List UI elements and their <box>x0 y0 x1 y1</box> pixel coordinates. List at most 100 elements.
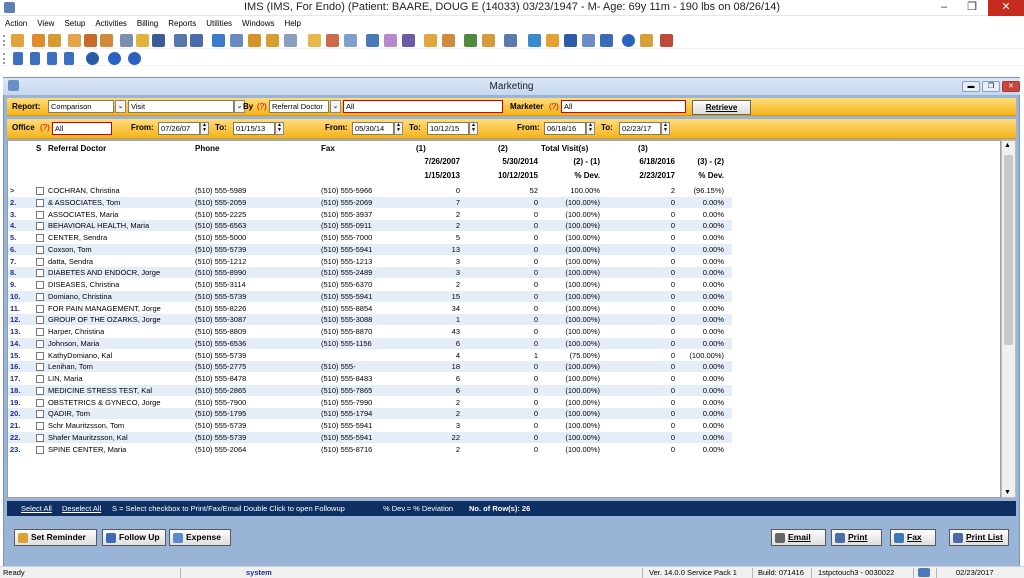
table-row[interactable]: 12. GROUP OF THE OZARKS, Jorge (510) 555-3… <box>8 314 732 326</box>
refresh-icon[interactable] <box>86 52 99 65</box>
table-row[interactable]: 15. KathyDomiano, Kal (510) 555-5739 4 1 (75.… <box>8 350 732 361</box>
marketer-help-link[interactable]: (?) <box>549 102 559 111</box>
table-row[interactable]: 20. QADIR, Tom (510) 555-1795 (510) 555-179… <box>8 408 732 420</box>
retrieve-button[interactable]: Retrieve <box>692 100 751 115</box>
menu-setup[interactable]: Setup <box>59 16 90 31</box>
range1-from-spinner[interactable]: ▲ ▼ <box>200 122 209 135</box>
toolbar-grip[interactable] <box>3 35 6 46</box>
maximize-button[interactable]: ❐ <box>958 0 986 16</box>
transfer-icon[interactable] <box>528 34 541 47</box>
batch-icon[interactable] <box>284 34 297 47</box>
print-list-button[interactable]: Print List <box>949 529 1009 546</box>
table-row[interactable]: 23. SPINE CENTER, Maria (510) 555-2064 (510… <box>8 444 732 455</box>
row-checkbox[interactable] <box>36 339 44 348</box>
row-checkbox[interactable] <box>36 433 44 442</box>
follow-up-button[interactable]: Follow Up <box>102 529 166 546</box>
tasks-icon[interactable] <box>326 34 339 47</box>
type-select[interactable]: Visit <box>128 100 234 113</box>
users-icon[interactable] <box>48 34 61 47</box>
menu-reports[interactable]: Reports <box>163 16 201 31</box>
help-icon[interactable] <box>108 52 121 65</box>
vertical-scrollbar[interactable]: ▲ ▼ <box>1001 140 1016 498</box>
range3-to-spinner[interactable]: ▲ ▼ <box>661 122 670 135</box>
setup-icon[interactable] <box>504 34 517 47</box>
table-row[interactable]: 14. Johnson, Maria (510) 555-6536 (510) 555… <box>8 337 732 349</box>
print-queue-icon[interactable] <box>442 34 455 47</box>
insurance-icon[interactable] <box>212 34 225 47</box>
email-button[interactable]: Email <box>771 529 826 546</box>
table-row[interactable]: 21. Schr Mauritzsson, Tom (510) 555-5739 (5… <box>8 420 732 431</box>
shield-icon[interactable] <box>152 34 165 47</box>
table-row[interactable]: 7. datta, Sendra (510) 555-1212 (510) 555-1… <box>8 256 732 267</box>
range2-to-spinner[interactable]: ▲ ▼ <box>469 122 478 135</box>
child-restore-button[interactable]: ❐ <box>982 81 1000 92</box>
col-phone-header[interactable]: Phone <box>195 144 219 153</box>
deselect-all-link[interactable]: Deselect All <box>62 501 101 516</box>
documents-icon[interactable] <box>308 34 321 47</box>
scroll-up-icon[interactable]: ▲ <box>1004 142 1011 149</box>
table-row[interactable]: > COCHRAN, Christina (510) 555-5989 (510) 5… <box>8 185 732 196</box>
chart-icon[interactable] <box>100 34 113 47</box>
scroll-down-icon[interactable]: ▼ <box>1004 489 1011 496</box>
table-row[interactable]: 19. OBSTETRICS & GYNECO, Jorge (510) 555-7… <box>8 397 732 408</box>
row-checkbox[interactable] <box>36 398 44 407</box>
lock-icon[interactable] <box>640 34 653 47</box>
range2-to-date[interactable]: 10/12/15 <box>427 122 469 135</box>
by-help-link[interactable]: (?) <box>257 102 267 111</box>
cancel-icon[interactable] <box>128 52 141 65</box>
row-checkbox[interactable] <box>36 222 44 231</box>
table-row[interactable]: 10. Domiano, Christina (510) 555-5739 (510)… <box>8 290 732 302</box>
exit-icon[interactable] <box>660 34 673 47</box>
row-checkbox[interactable] <box>36 234 44 242</box>
range3-from-spinner[interactable]: ▲ ▼ <box>586 122 595 135</box>
row-checkbox[interactable] <box>36 445 44 454</box>
range3-to-date[interactable]: 02/23/17 <box>619 122 661 135</box>
table-row[interactable]: 22. Shafer Mauritzsson, Kal (510) 555-5739… <box>8 431 732 443</box>
table-row[interactable]: 4. BEHAVIORAL HEALTH, Maria (510) 555-6563… <box>8 220 732 232</box>
previous-record-icon[interactable] <box>30 52 40 65</box>
child-close-button[interactable]: ✕ <box>1002 81 1020 92</box>
row-checkbox[interactable] <box>36 410 44 419</box>
table-row[interactable]: 11. FOR PAIN MANAGEMENT, Jorge (510) 555-8… <box>8 303 732 314</box>
row-checkbox[interactable] <box>36 316 44 325</box>
row-checkbox[interactable] <box>36 328 44 336</box>
row-checkbox[interactable] <box>36 351 44 360</box>
set-reminder-button[interactable]: Set Reminder <box>14 529 97 546</box>
window-icon[interactable] <box>600 34 613 47</box>
office-field[interactable]: All <box>52 122 112 135</box>
col-doctor-header[interactable]: Referral Doctor <box>48 144 106 153</box>
statements-icon[interactable] <box>266 34 279 47</box>
menu-billing[interactable]: Billing <box>132 16 163 31</box>
minimize-button[interactable]: – <box>930 0 958 16</box>
folder-icon[interactable] <box>68 34 81 47</box>
table-row[interactable]: 6. Coxson, Tom (510) 555-5739 (510) 555-594… <box>8 243 732 255</box>
row-checkbox[interactable] <box>36 375 44 383</box>
lab-icon[interactable] <box>136 34 149 47</box>
analysis-icon[interactable] <box>464 34 477 47</box>
schedule-icon[interactable] <box>190 34 203 47</box>
row-checkbox[interactable] <box>36 187 44 195</box>
table-row[interactable]: 5. CENTER, Sendra (510) 555-5000 (510) 555-… <box>8 232 732 243</box>
range1-to-spinner[interactable]: ▲ ▼ <box>275 122 284 135</box>
by-value-field[interactable]: All <box>343 100 503 113</box>
select-all-link[interactable]: Select All <box>21 501 52 516</box>
menu-view[interactable]: View <box>32 16 59 31</box>
user-icon[interactable] <box>32 34 45 47</box>
table-row[interactable]: 2. & ASSOCIATES, Tom (510) 555-2059 (510) 5… <box>8 196 732 208</box>
claims-icon[interactable] <box>230 34 243 47</box>
row-checkbox[interactable] <box>36 269 44 278</box>
menu-windows[interactable]: Windows <box>237 16 279 31</box>
row-checkbox[interactable] <box>36 210 44 219</box>
table-row[interactable]: 8. DIABETES AND ENDOCR, Jorge (510) 555-89… <box>8 267 732 279</box>
close-button[interactable]: ✕ <box>988 0 1024 16</box>
row-checkbox[interactable] <box>36 292 44 301</box>
gift-icon[interactable] <box>384 34 397 47</box>
marketing-icon[interactable] <box>482 34 495 47</box>
row-checkbox[interactable] <box>36 363 44 372</box>
last-record-icon[interactable] <box>64 52 74 65</box>
marketer-field[interactable]: All <box>561 100 686 113</box>
fax-icon[interactable] <box>424 34 437 47</box>
row-checkbox[interactable] <box>36 257 44 266</box>
help-icon[interactable] <box>622 34 635 47</box>
fax-button[interactable]: Fax <box>890 529 936 546</box>
